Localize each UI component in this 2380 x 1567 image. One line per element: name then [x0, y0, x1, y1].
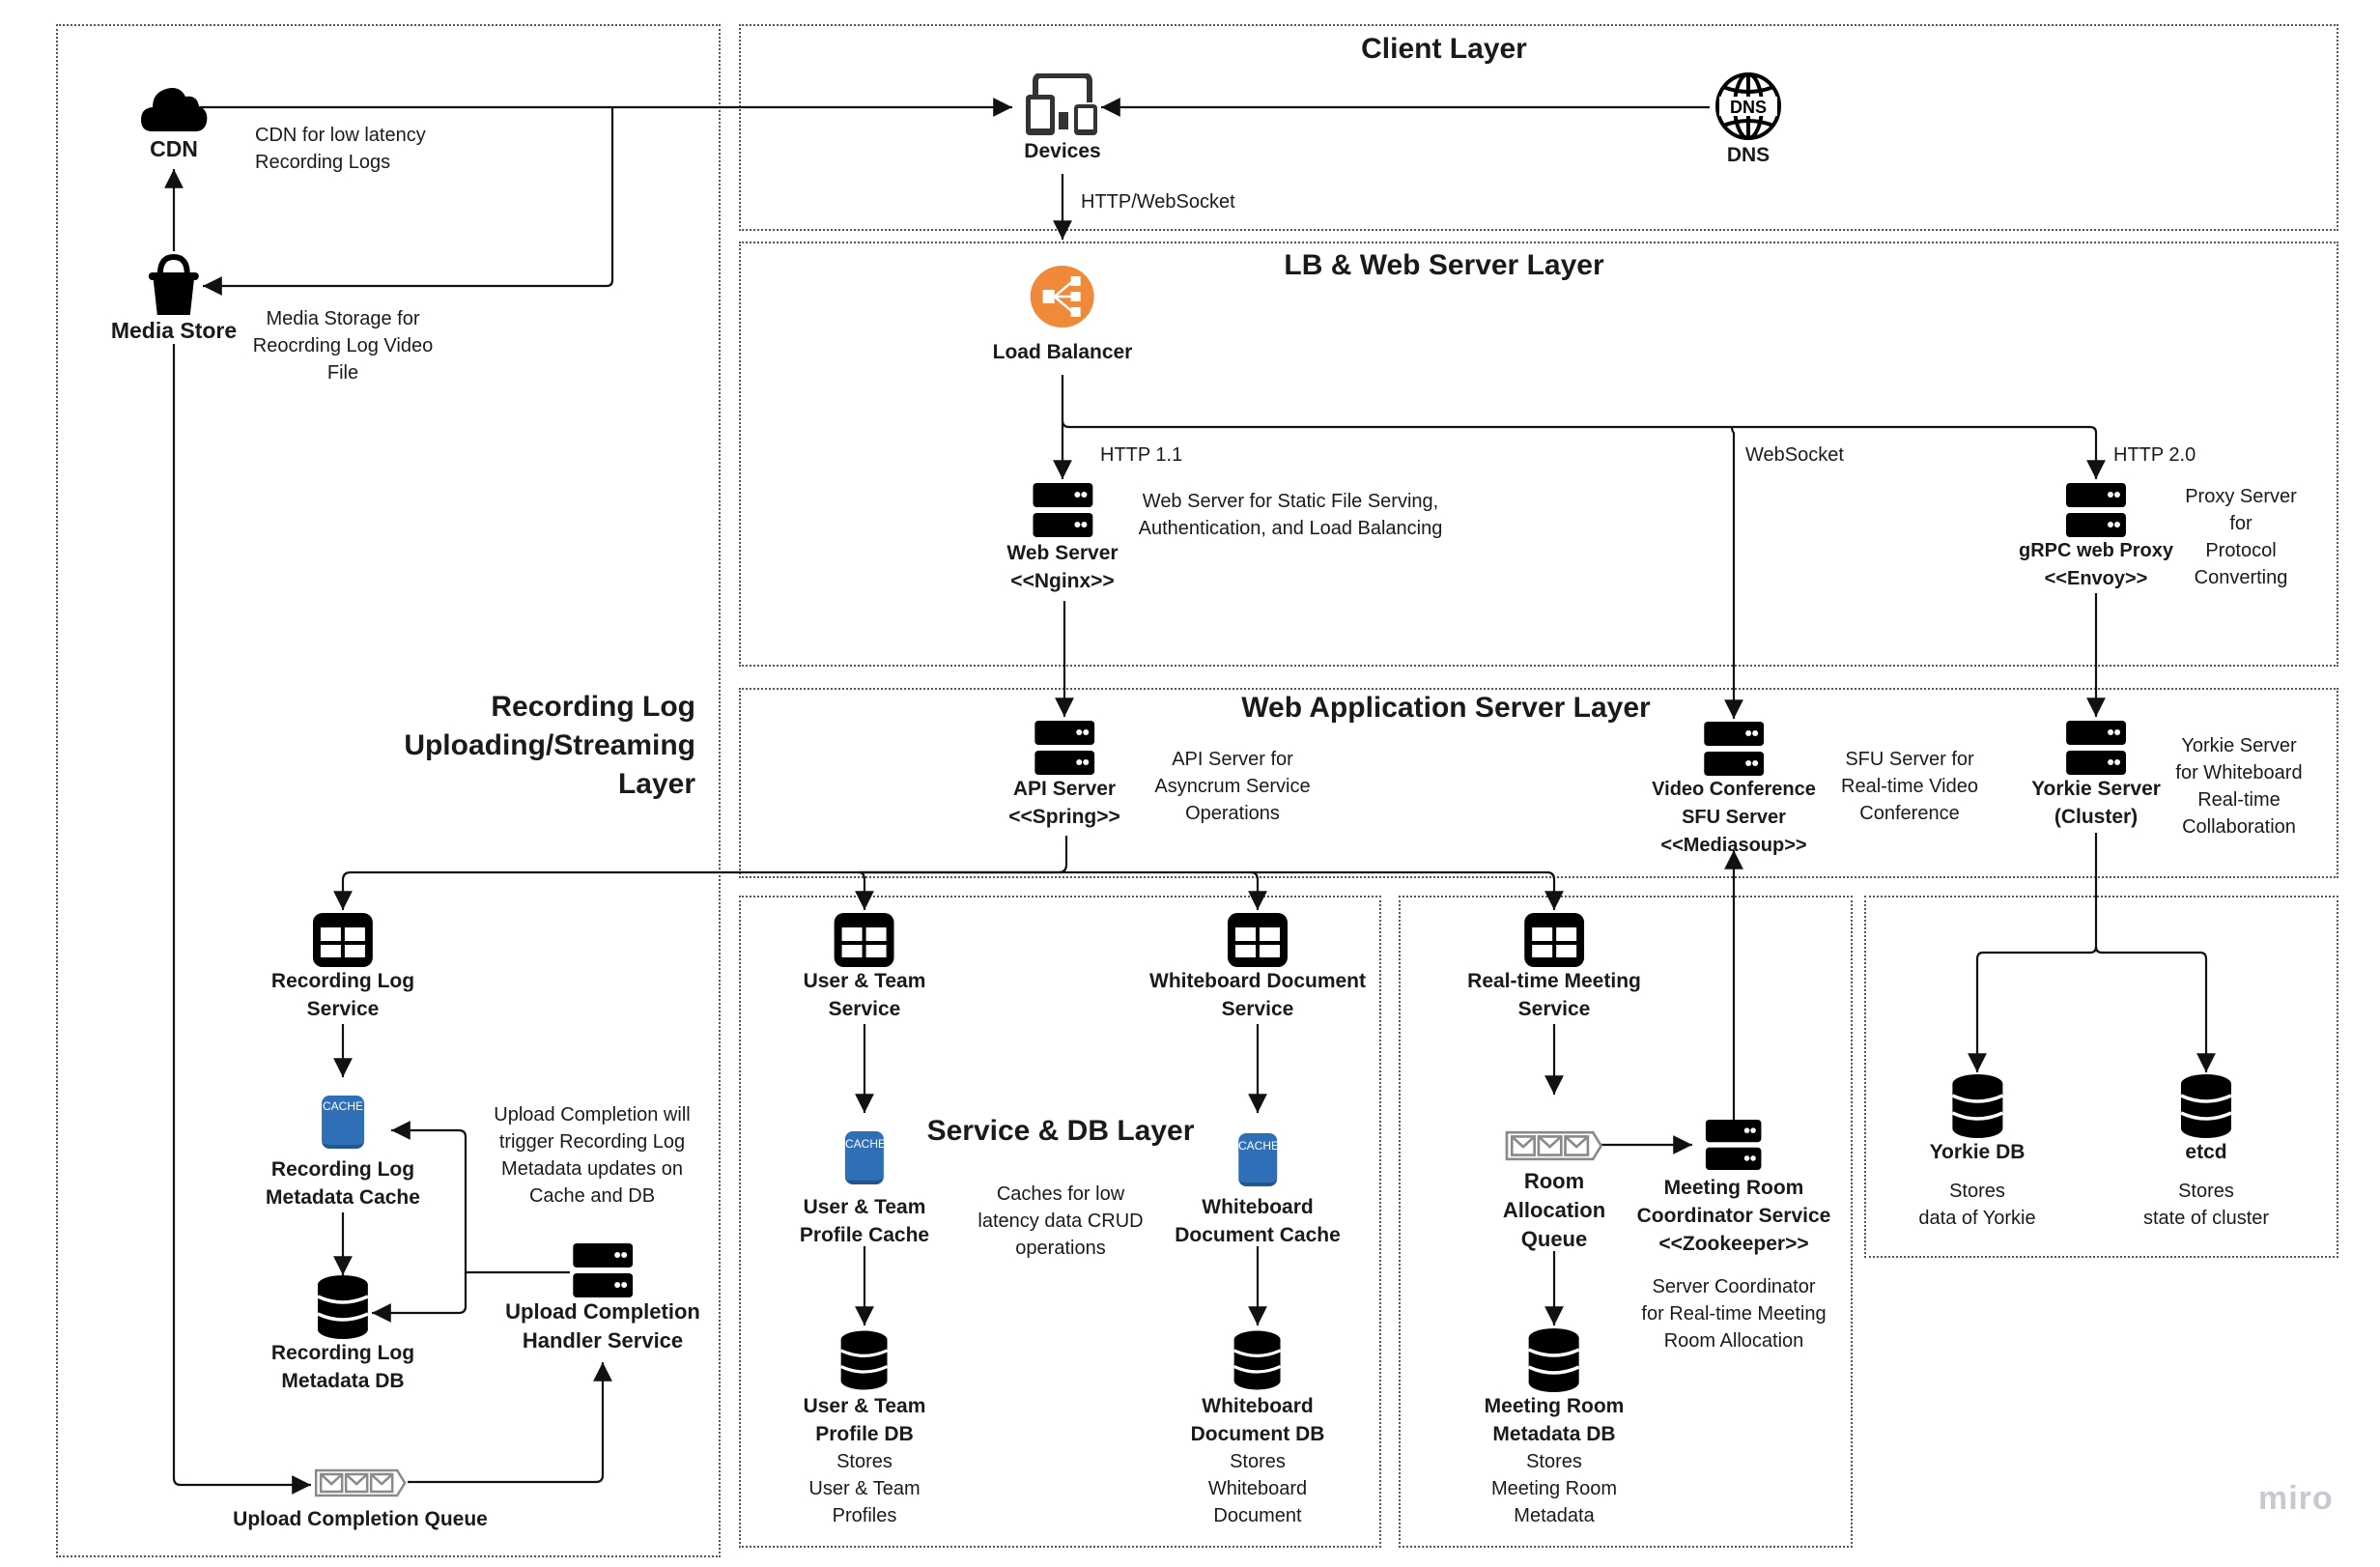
wire-lb-bus: [1061, 419, 2106, 479]
load-balancer-icon: [1031, 266, 1094, 328]
meeting-service-node[interactable]: Real-time Meeting Service: [1467, 913, 1641, 1023]
dns-node[interactable]: DNS DNS: [1712, 71, 1785, 169]
database-icon: [2180, 1074, 2232, 1138]
wire-queue-handler: [408, 1362, 612, 1484]
server-icon: [573, 1243, 633, 1297]
database-icon: [317, 1275, 368, 1339]
http-websocket-label: HTTP/WebSocket: [1081, 191, 1235, 213]
user-cache-node[interactable]: CACHE User & Team Profile Cache: [800, 1131, 929, 1249]
web-server-node[interactable]: Web Server <<Nginx>>: [1006, 483, 1119, 595]
database-icon: [841, 1330, 888, 1390]
coordinator-node[interactable]: Meeting Room Coordinator Service <<Zooke…: [1637, 1120, 1830, 1258]
service-grid-icon: [835, 913, 894, 967]
recording-service-node[interactable]: Recording Log Service: [271, 913, 414, 1023]
load-balancer-node[interactable]: Load Balancer: [993, 265, 1132, 366]
devices-node[interactable]: Devices: [1024, 73, 1101, 165]
server-icon: [2065, 483, 2126, 537]
api-note: API Server for Asyncrum Service Operatio…: [1154, 749, 1311, 824]
media-store-note: Media Storage for Reocrding Log Video Fi…: [252, 308, 434, 384]
etcd-node[interactable]: etcd Stores state of cluster: [2143, 1074, 2269, 1232]
proxy-note: Proxy Server for Protocol Converting: [2185, 486, 2297, 588]
svg-text:DNS: DNS: [1730, 98, 1767, 117]
wire-yorkie-bus: [1968, 833, 2098, 1072]
server-icon: [1032, 483, 1092, 537]
cdn-note: CDN for low latency Recording Logs: [255, 125, 426, 173]
cloud-icon: [141, 88, 208, 131]
devices-icon: [1026, 73, 1097, 135]
server-icon: [1704, 722, 1764, 776]
user-db-node[interactable]: User & Team Profile DB Stores User & Tea…: [804, 1328, 925, 1529]
user-service-node[interactable]: User & Team Service: [804, 913, 925, 1023]
wb-cache-node[interactable]: CACHE Whiteboard Document Cache: [1175, 1133, 1341, 1249]
grpc-proxy-node[interactable]: gRPC web Proxy <<Envoy>>: [2019, 483, 2173, 593]
server-icon: [2066, 721, 2126, 775]
wire-api-user: [855, 870, 1066, 910]
room-queue-node[interactable]: Room Allocation Queue: [1503, 1130, 1605, 1254]
database-icon: [1528, 1328, 1580, 1392]
web-server-note: Web Server for Static File Serving, Auth…: [1138, 491, 1443, 539]
wb-db-node[interactable]: Whiteboard Document DB Stores Whiteboard…: [1191, 1328, 1324, 1529]
upload-handler-node[interactable]: Upload Completion Handler Service: [505, 1243, 700, 1355]
server-icon: [1706, 1120, 1762, 1170]
wb-service-node[interactable]: Whiteboard Document Service: [1149, 913, 1366, 1023]
cache-icon: CACHE: [845, 1131, 886, 1184]
server-icon: [1034, 721, 1094, 775]
service-grid-icon: [312, 913, 373, 967]
sfu-note: SFU Server for Real-time Video Conferenc…: [1841, 749, 1978, 824]
service-grid-icon: [1523, 913, 1584, 967]
wire-api-meeting: [1251, 870, 1564, 910]
websocket-label: WebSocket: [1745, 444, 1844, 466]
media-store-node[interactable]: Media Store: [111, 253, 237, 345]
caches-note: Caches for low latency data CRUD operati…: [978, 1183, 1144, 1259]
cdn-node[interactable]: CDN: [139, 81, 209, 163]
queue-icon: [314, 1468, 407, 1497]
yorkie-server-node[interactable]: Yorkie Server (Cluster): [2031, 721, 2161, 831]
upload-queue-node[interactable]: Upload Completion Queue: [233, 1468, 488, 1533]
miro-watermark: miro: [2258, 1480, 2334, 1517]
yorkie-db-node[interactable]: Yorkie DB Stores data of Yorkie: [1918, 1074, 2036, 1232]
database-icon: [1234, 1330, 1281, 1390]
meeting-db-node[interactable]: Meeting Room Metadata DB Stores Meeting …: [1485, 1328, 1624, 1529]
database-icon: [1951, 1074, 2003, 1138]
recording-cache-node[interactable]: CACHE Recording Log Metadata Cache: [266, 1096, 420, 1211]
upload-note: Upload Completion will trigger Recording…: [494, 1104, 691, 1207]
wire-api-wb: [1066, 870, 1267, 910]
bucket-icon: [149, 253, 199, 315]
cache-icon: CACHE: [1237, 1133, 1279, 1186]
cache-icon: CACHE: [321, 1096, 364, 1149]
http11-label: HTTP 1.1: [1100, 444, 1183, 466]
wire-lb-sfu: [1724, 426, 1743, 719]
sfu-server-node[interactable]: Video Conference SFU Server <<Mediasoup>…: [1652, 722, 1816, 860]
yorkie-note: Yorkie Server for Whiteboard Real-time C…: [2175, 735, 2303, 838]
coordinator-note: Server Coordinator for Real-time Meeting…: [1641, 1276, 1827, 1352]
dns-globe-icon: DNS: [1715, 72, 1781, 140]
api-server-node[interactable]: API Server <<Spring>>: [1008, 721, 1120, 831]
http20-label: HTTP 2.0: [2113, 444, 2196, 466]
recording-db-node[interactable]: Recording Log Metadata DB: [271, 1275, 414, 1395]
service-grid-icon: [1228, 913, 1288, 967]
wire-yorkie-etcd: [2094, 946, 2216, 1072]
queue-icon: [1505, 1130, 1603, 1161]
